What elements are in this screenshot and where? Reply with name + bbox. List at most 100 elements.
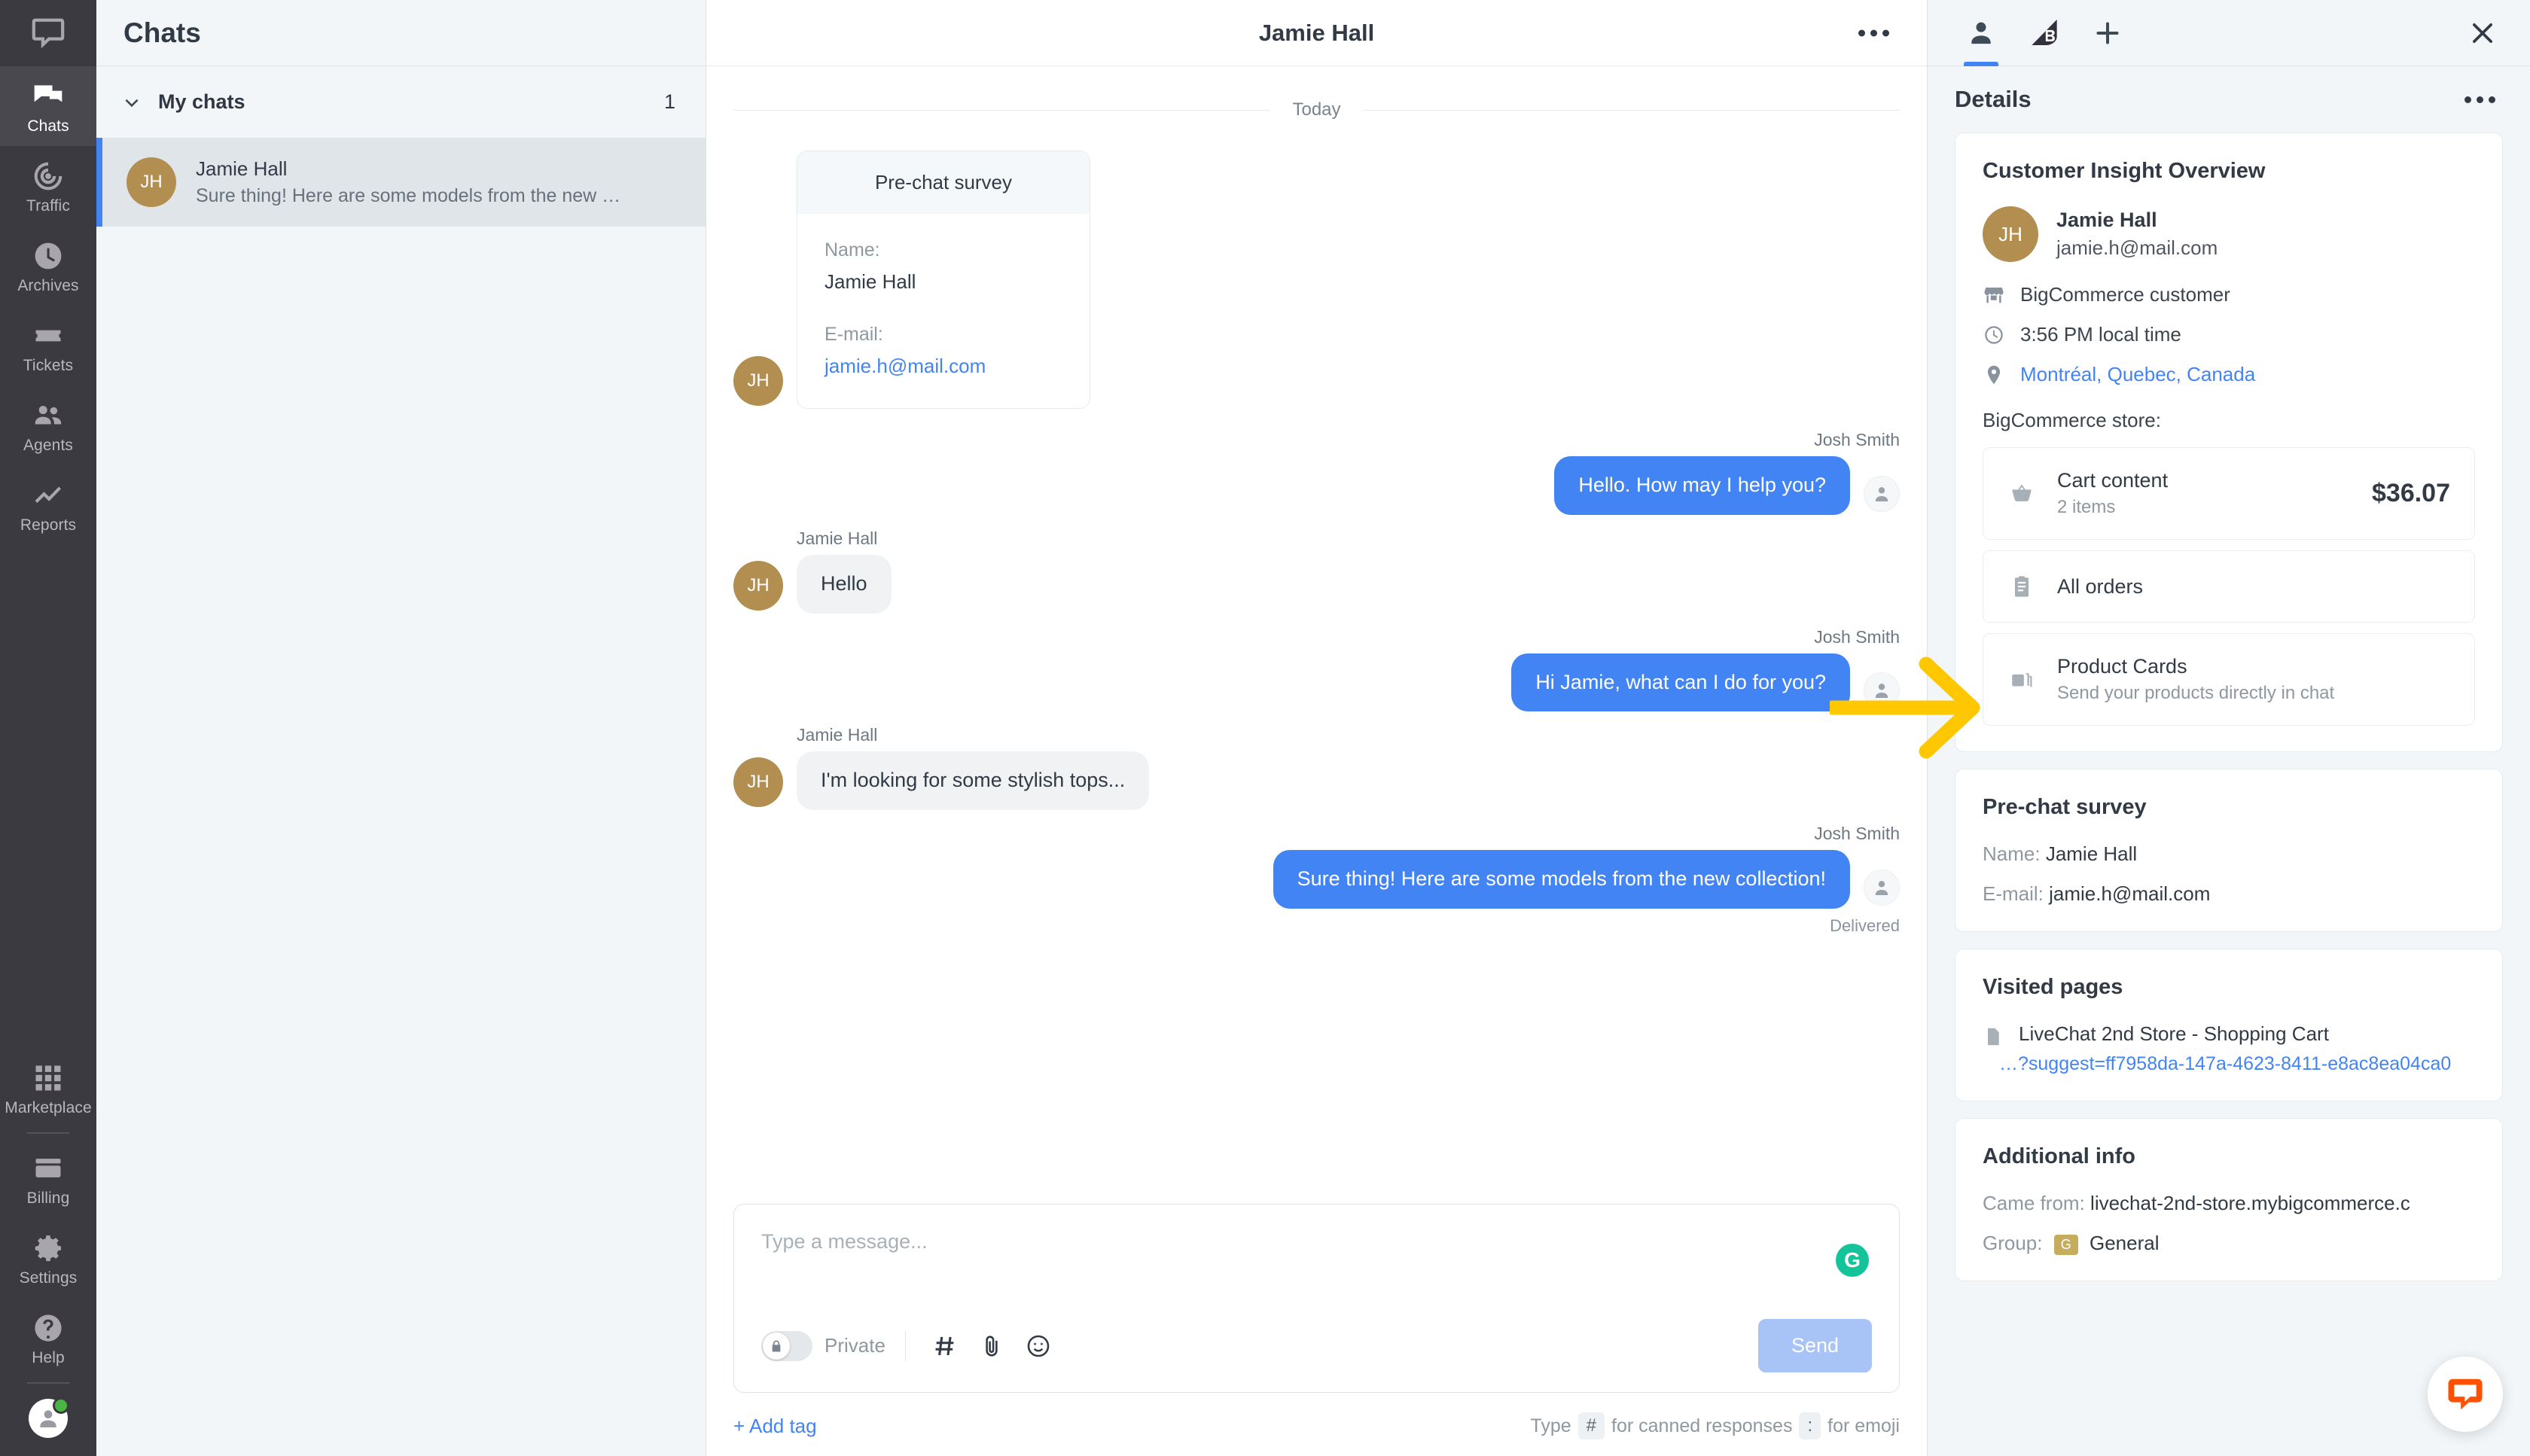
rail-divider-2	[27, 1382, 69, 1384]
survey-email-label: E-mail:	[825, 324, 883, 345]
tab-customer-details[interactable]	[1953, 0, 2009, 66]
survey-bubble-line: JH Pre-chat survey Name: Jamie Hall E-ma…	[733, 151, 1090, 409]
details-content: Customer Insight Overview JH Jamie Hall …	[1928, 133, 2530, 1456]
all-orders-item[interactable]: All orders	[1983, 550, 2475, 623]
composer-footer: + Add tag Type # for canned responses : …	[733, 1393, 1900, 1456]
message-group: Josh Smith Sure thing! Here are some mod…	[1071, 810, 1900, 936]
private-mode-toggle[interactable]	[761, 1330, 812, 1361]
chat-list-panel: Chats My chats 1 JH Jamie Hall Sure thin…	[96, 0, 706, 1456]
sidebar-item-tickets[interactable]: Tickets	[0, 306, 96, 385]
livechat-logo-icon[interactable]	[0, 0, 96, 66]
sidebar-item-reports[interactable]: Reports	[0, 465, 96, 545]
customer-identity-text: Jamie Hall jamie.h@mail.com	[2056, 209, 2218, 260]
chats-icon	[34, 85, 62, 102]
group-badge: G	[2053, 1234, 2078, 1255]
sidebar-item-chats-label: Chats	[27, 117, 69, 135]
visited-page-item[interactable]: LiveChat 2nd Store - Shopping Cart	[1983, 1022, 2475, 1047]
message-row: Hi Jamie, what can I do for you?	[1511, 653, 1900, 712]
message-input[interactable]: Type a message...	[761, 1230, 1872, 1305]
prechat-survey-card: Pre-chat survey Name: Jamie Hall E-mail:…	[797, 151, 1090, 409]
group-label: Group:	[1983, 1232, 2043, 1254]
message-sender: Josh Smith	[1814, 824, 1900, 843]
message-group: Josh Smith Hello. How may I help you?	[1071, 416, 1900, 515]
hint-middle: for canned responses	[1611, 1415, 1793, 1436]
rail-divider	[27, 1132, 69, 1134]
grammarly-icon[interactable]: G	[1836, 1244, 1869, 1277]
private-mode-label: Private	[825, 1334, 886, 1357]
hint-suffix: for emoji	[1827, 1415, 1900, 1436]
message-bubble: Hello. How may I help you?	[1554, 456, 1850, 515]
meta-label: 3:56 PM local time	[2020, 323, 2181, 346]
message-bubble: Sure thing! Here are some models from th…	[1273, 850, 1850, 909]
day-divider-label: Today	[1292, 99, 1341, 120]
agent-avatar-icon	[1864, 475, 1900, 512]
list-item-name: Jamie Hall	[196, 157, 288, 180]
prechat-name-label: Name:	[1983, 842, 2041, 865]
sidebar-item-tickets-label: Tickets	[23, 357, 74, 374]
sidebar-item-archives[interactable]: Archives	[0, 226, 96, 306]
close-icon[interactable]	[2461, 11, 2504, 55]
add-tag-button[interactable]: + Add tag	[733, 1415, 817, 1438]
send-button[interactable]: Send	[1757, 1319, 1872, 1372]
more-options-icon[interactable]	[1851, 22, 1897, 44]
product-cards-item[interactable]: Product Cards Send your products directl…	[1983, 633, 2475, 726]
tab-bigcommerce[interactable]	[2016, 0, 2072, 66]
divider-line-right	[1363, 109, 1901, 111]
prechat-survey-card: Pre-chat survey Name: Jamie Hall E-mail:…	[1955, 769, 2503, 932]
more-options-icon[interactable]	[2457, 89, 2503, 111]
location-link[interactable]: Montréal, Quebec, Canada	[2020, 363, 2255, 386]
message-status: Delivered	[1830, 915, 1900, 935]
conversation-header: Jamie Hall	[706, 0, 1927, 66]
tickets-icon	[35, 330, 61, 342]
cart-content-item[interactable]: Cart content 2 items $36.07	[1983, 447, 2475, 540]
details-panel: Details Customer Insight Overview JH Jam…	[1928, 0, 2530, 1456]
emoji-smiley-icon[interactable]	[1019, 1327, 1058, 1366]
paperclip-icon[interactable]	[972, 1327, 1011, 1366]
prechat-email-row: E-mail: jamie.h@mail.com	[1983, 882, 2475, 906]
details-title: Details	[1955, 86, 2032, 112]
page-title: Chats	[123, 17, 201, 48]
visited-page-body: LiveChat 2nd Store - Shopping Cart	[2019, 1022, 2329, 1047]
list-item[interactable]: JH Jamie Hall Sure thing! Here are some …	[96, 138, 706, 227]
chat-list-section-my-chats[interactable]: My chats 1	[96, 66, 706, 138]
cart-content-sub: 2 items	[2057, 497, 2116, 517]
sidebar-item-settings[interactable]: Settings	[0, 1218, 96, 1298]
billing-card-icon	[35, 1159, 61, 1177]
hint-colon-key: :	[1799, 1412, 1821, 1439]
clock-icon	[1985, 325, 2003, 344]
sidebar-item-traffic-label: Traffic	[26, 197, 70, 215]
sidebar-item-agents[interactable]: Agents	[0, 385, 96, 465]
sidebar-item-billing[interactable]: Billing	[0, 1138, 96, 1218]
sidebar-item-traffic[interactable]: Traffic	[0, 146, 96, 226]
chat-conversation-panel: Jamie Hall Today JH Pre-chat survey Name…	[706, 0, 1928, 1456]
composer-toolbar: Private Send	[761, 1319, 1872, 1372]
survey-email-value[interactable]: jamie.h@mail.com	[825, 355, 1062, 378]
tab-add-integration[interactable]	[2080, 0, 2135, 66]
hash-icon[interactable]	[925, 1327, 965, 1366]
message-composer-wrap: Type a message... G Private Send + Add t…	[706, 1204, 1927, 1456]
cart-content-body: Cart content 2 items	[2057, 469, 2351, 518]
cart-content-amount: $36.07	[2372, 479, 2450, 507]
sidebar-item-chats[interactable]: Chats	[0, 66, 96, 146]
visited-pages-card: Visited pages LiveChat 2nd Store - Shopp…	[1955, 949, 2503, 1101]
message-thread: Today JH Pre-chat survey Name: Jamie Hal…	[706, 66, 1927, 1204]
archives-clock-icon	[35, 242, 62, 270]
sidebar-item-help-label: Help	[32, 1349, 65, 1366]
visited-page-url[interactable]: …?suggest=ff7958da-147a-4623-8411-e8ac8e…	[1983, 1053, 2475, 1075]
status-badge	[53, 1397, 69, 1414]
message-row: JH Hello	[733, 554, 1562, 614]
location-pin-icon	[1987, 365, 2001, 384]
livechat-widget-button[interactable]	[2428, 1357, 2503, 1432]
livechat-app: Chats Traffic Archives Tickets Agents Re…	[0, 0, 2530, 1456]
survey-name-value: Jamie Hall	[825, 270, 916, 293]
meta-local-time: 3:56 PM local time	[1983, 323, 2475, 346]
livechat-bubble-icon	[2448, 1378, 2483, 1410]
came-from-value: livechat-2nd-store.mybigcommerce.c	[2090, 1192, 2410, 1214]
sidebar-item-marketplace[interactable]: Marketplace	[0, 1048, 96, 1128]
customer-email: jamie.h@mail.com	[2056, 236, 2218, 259]
survey-card-body: Name: Jamie Hall E-mail: jamie.h@mail.co…	[797, 214, 1090, 408]
composer-hint: Type # for canned responses : for emoji	[1530, 1412, 1900, 1439]
avatar[interactable]	[29, 1397, 69, 1438]
sidebar-item-help[interactable]: Help	[0, 1298, 96, 1378]
all-orders-body: All orders	[2057, 575, 2450, 599]
